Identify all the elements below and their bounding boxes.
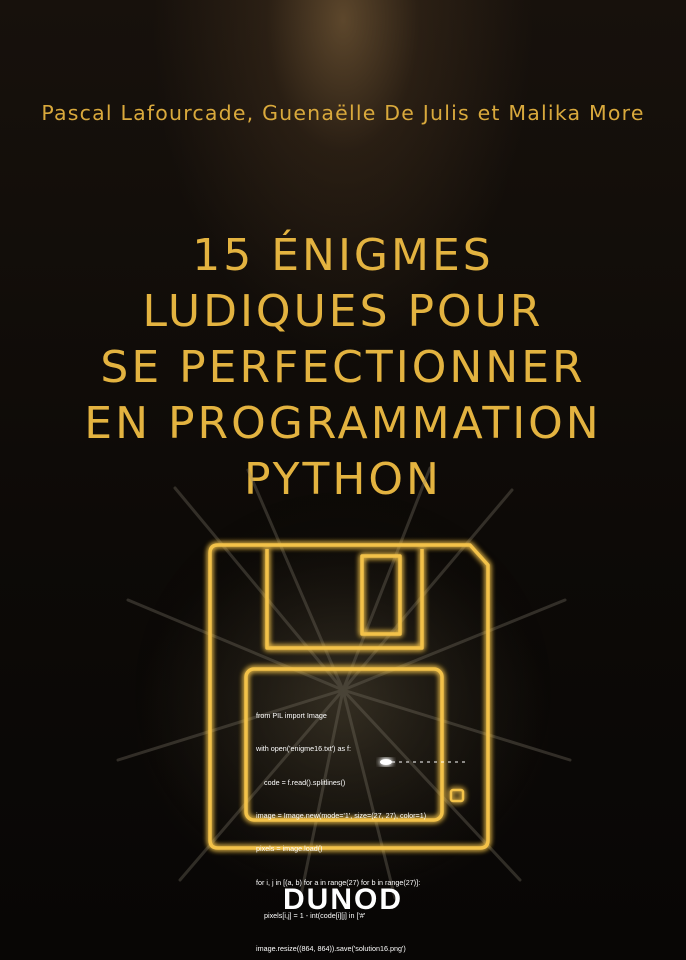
publisher-logo: DUNOD — [283, 883, 403, 916]
code-line: code = f.read().splitlines() — [256, 777, 346, 787]
code-line: from PIL import Image — [256, 711, 327, 721]
code-line: image = Image.new(mode='1', size=(27, 27… — [256, 811, 427, 821]
code-line: pixels = image.load() — [256, 844, 323, 854]
code-line: image.resize((864, 864)).save('solution1… — [256, 944, 406, 954]
code-line: with open('enigme16.txt') as f: — [256, 744, 352, 754]
code-snippet: from PIL import Image with open('enigme1… — [256, 688, 446, 960]
book-cover: Pascal Lafourcade, Guenaëlle De Julis et… — [0, 0, 686, 960]
